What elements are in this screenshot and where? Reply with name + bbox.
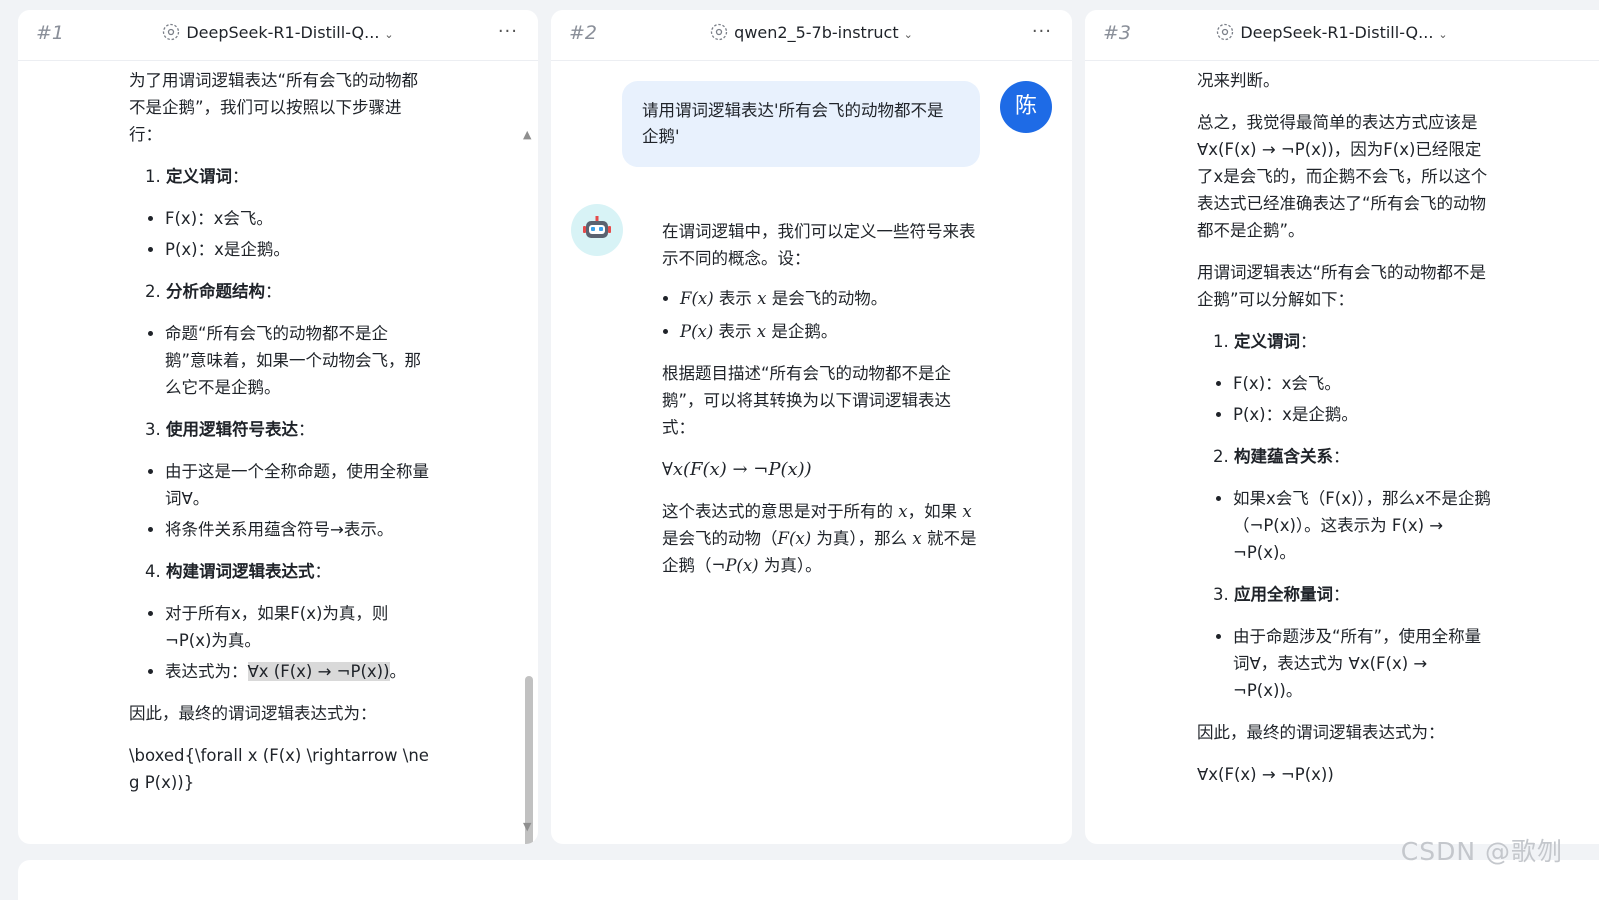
math-formula: ∀x(F(x) → ¬P(x)) bbox=[662, 459, 812, 480]
user-message-bubble: 请用谓词逻辑表达'所有会飞的动物都不是企鹅' bbox=[622, 81, 980, 167]
step-list: F(x)：x会飞。 P(x)：x是企鹅。 bbox=[129, 205, 429, 263]
panel-1: #1 DeepSeek-R1-Distill-Q... ⌄ ··· 为了用谓词逻辑… bbox=[18, 10, 538, 844]
panel-header: #2 qwen2_5-7b-instruct ⌄ ··· bbox=[551, 10, 1072, 61]
list-item: 将条件关系用蕴含符号→表示。 bbox=[165, 516, 429, 543]
assistant-response: 为了用谓词逻辑表达“所有会飞的动物都不是企鹅”，我们可以按照以下步骤进行： 1.… bbox=[129, 67, 429, 796]
model-name: DeepSeek-R1-Distill-Q... bbox=[186, 23, 380, 42]
chat-body: 请用谓词逻辑表达'所有会飞的动物都不是企鹅' 陈 在谓词逻辑中，我们可以定义一些… bbox=[551, 61, 1072, 844]
model-selector[interactable]: DeepSeek-R1-Distill-Q... ⌄ bbox=[18, 23, 538, 45]
response-paragraph: 这个表达式的意思是对于所有的 x，如果 x 是会飞的动物（F(x) 为真），那么… bbox=[662, 502, 977, 575]
step-list: 由于命题涉及“所有”，使用全称量词∀，表达式为 ∀x(F(x) → ¬P(x))… bbox=[1197, 623, 1497, 704]
step-heading: 1. 定义谓词： bbox=[1213, 332, 1317, 351]
response-intro: 为了用谓词逻辑表达“所有会飞的动物都不是企鹅”，我们可以按照以下步骤进行： bbox=[129, 71, 419, 144]
step-list: F(x)：x会飞。 P(x)：x是企鹅。 bbox=[1197, 370, 1497, 428]
chevron-down-icon: ⌄ bbox=[1438, 28, 1448, 41]
step-heading: 2. 构建蕴含关系： bbox=[1213, 447, 1350, 466]
scroll-down-icon[interactable]: ▼ bbox=[523, 813, 531, 840]
list-item: 命题“所有会飞的动物都不是企鹅”意味着，如果一个动物会飞，那么它不是企鹅。 bbox=[165, 320, 429, 401]
response-paragraph: 总之，我觉得最简单的表达方式应该是∀x(F(x) → ¬P(x))，因为F(x)… bbox=[1197, 113, 1488, 240]
response-paragraph: 用谓词逻辑表达“所有会飞的动物都不是企鹅”可以分解如下： bbox=[1197, 263, 1487, 309]
list-item: F(x) 表示 x 是会飞的动物。 bbox=[680, 285, 982, 312]
bot-avatar bbox=[571, 204, 623, 256]
list-item: 表达式为：∀x (F(x) → ¬P(x))。 bbox=[165, 658, 429, 685]
definition-list: F(x) 表示 x 是会飞的动物。 P(x) 表示 x 是企鹅。 bbox=[662, 285, 982, 345]
list-item: 由于这是一个全称命题，使用全称量词∀。 bbox=[165, 458, 429, 512]
highlighted-expression: ∀x (F(x) → ¬P(x)) bbox=[247, 662, 390, 681]
chat-body: 况来判断。 总之，我觉得最简单的表达方式应该是∀x(F(x) → ¬P(x))，… bbox=[1085, 61, 1599, 844]
model-name: qwen2_5-7b-instruct bbox=[734, 23, 899, 42]
assistant-response: 况来判断。 总之，我觉得最简单的表达方式应该是∀x(F(x) → ¬P(x))，… bbox=[1197, 67, 1497, 788]
scrollbar[interactable]: ▲ ▼ bbox=[522, 121, 536, 844]
list-item: F(x)：x会飞。 bbox=[1233, 370, 1497, 397]
model-selector[interactable]: DeepSeek-R1-Distill-Q... ⌄ bbox=[1085, 23, 1599, 45]
more-options-icon[interactable]: ··· bbox=[498, 21, 518, 42]
watermark: CSDN @歌刎 bbox=[1400, 837, 1563, 866]
list-item: P(x)：x是企鹅。 bbox=[165, 236, 429, 263]
step-list: 对于所有x，如果F(x)为真，则¬P(x)为真。 表达式为：∀x (F(x) →… bbox=[129, 600, 429, 685]
conclusion-text: 因此，最终的谓词逻辑表达式为： bbox=[1197, 723, 1445, 742]
scroll-up-icon[interactable]: ▲ bbox=[523, 121, 531, 148]
robot-icon bbox=[583, 216, 611, 238]
list-item: F(x)：x会飞。 bbox=[165, 205, 429, 232]
list-item: P(x) 表示 x 是企鹅。 bbox=[680, 318, 982, 345]
user-avatar[interactable]: 陈 bbox=[1000, 81, 1052, 133]
model-name: DeepSeek-R1-Distill-Q... bbox=[1240, 23, 1434, 42]
model-selector[interactable]: qwen2_5-7b-instruct ⌄ bbox=[551, 23, 1072, 45]
step-heading: 4. 构建谓词逻辑表达式： bbox=[145, 562, 331, 581]
list-item: 如果x会飞（F(x)），那么x不是企鹅（¬P(x)）。这表示为 F(x) → ¬… bbox=[1233, 485, 1497, 566]
step-list: 如果x会飞（F(x)），那么x不是企鹅（¬P(x)）。这表示为 F(x) → ¬… bbox=[1197, 485, 1497, 566]
response-intro: 在谓词逻辑中，我们可以定义一些符号来表示不同的概念。设： bbox=[662, 222, 976, 268]
panel-header: #1 DeepSeek-R1-Distill-Q... ⌄ ··· bbox=[18, 10, 538, 61]
step-heading: 3. 应用全称量词： bbox=[1213, 585, 1350, 604]
panel-2: #2 qwen2_5-7b-instruct ⌄ ··· 请用谓词逻辑表达'所有会… bbox=[551, 10, 1072, 844]
bottom-input-area bbox=[18, 860, 1599, 900]
more-options-icon[interactable]: ··· bbox=[1032, 21, 1052, 42]
step-list: 命题“所有会飞的动物都不是企鹅”意味着，如果一个动物会飞，那么它不是企鹅。 bbox=[129, 320, 429, 401]
conclusion-text: 因此，最终的谓词逻辑表达式为： bbox=[129, 704, 377, 723]
step-heading: 1. 定义谓词： bbox=[145, 167, 249, 186]
step-list: 由于这是一个全称命题，使用全称量词∀。 将条件关系用蕴含符号→表示。 bbox=[129, 458, 429, 543]
list-item: 由于命题涉及“所有”，使用全称量词∀，表达式为 ∀x(F(x) → ¬P(x))… bbox=[1233, 623, 1497, 704]
response-fragment: 况来判断。 bbox=[1197, 71, 1280, 90]
step-heading: 3. 使用逻辑符号表达： bbox=[145, 420, 315, 439]
chevron-down-icon: ⌄ bbox=[384, 28, 394, 41]
assistant-response: 在谓词逻辑中，我们可以定义一些符号来表示不同的概念。设： F(x) 表示 x 是… bbox=[662, 218, 982, 579]
list-item: P(x)：x是企鹅。 bbox=[1233, 401, 1497, 428]
model-icon bbox=[1216, 23, 1234, 45]
model-icon bbox=[710, 23, 728, 45]
chat-body: 为了用谓词逻辑表达“所有会飞的动物都不是企鹅”，我们可以按照以下步骤进行： 1.… bbox=[18, 61, 538, 844]
panel-header: #3 DeepSeek-R1-Distill-Q... ⌄ bbox=[1085, 10, 1599, 61]
model-icon bbox=[162, 23, 180, 45]
step-heading: 2. 分析命题结构： bbox=[145, 282, 282, 301]
response-paragraph: 根据题目描述“所有会飞的动物都不是企鹅”，可以将其转换为以下谓词逻辑表达式： bbox=[662, 364, 952, 437]
list-item: 对于所有x，如果F(x)为真，则¬P(x)为真。 bbox=[165, 600, 429, 654]
final-expression: ∀x(F(x) → ¬P(x)) bbox=[1197, 765, 1334, 784]
boxed-latex: \boxed{\forall x (F(x) \rightarrow \neg … bbox=[129, 746, 429, 792]
chevron-down-icon: ⌄ bbox=[903, 28, 913, 41]
panel-3: #3 DeepSeek-R1-Distill-Q... ⌄ 况来判断。 总之，我觉… bbox=[1085, 10, 1599, 844]
